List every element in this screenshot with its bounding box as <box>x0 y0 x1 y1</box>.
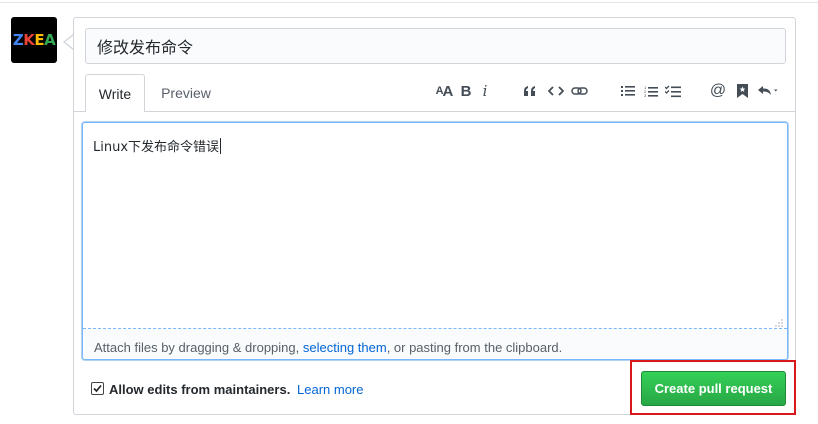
allow-edits-label[interactable]: Allow edits from maintainers. <box>109 382 290 397</box>
editor-text: Linux下发布命令错误 <box>93 140 220 155</box>
code-icon[interactable] <box>547 80 565 102</box>
selecting-them-link[interactable]: selecting them <box>303 340 387 355</box>
mention-icon[interactable]: @ <box>710 80 726 102</box>
resize-grip-icon[interactable] <box>775 319 783 327</box>
top-divider <box>0 0 818 3</box>
saved-reply-icon[interactable] <box>735 80 749 102</box>
svg-text:3: 3 <box>644 93 647 98</box>
italic-icon[interactable]: i <box>480 80 490 102</box>
attach-files-bar[interactable]: Attach files by dragging & dropping, sel… <box>83 328 787 359</box>
reply-dropdown-icon[interactable] <box>757 80 781 102</box>
comment-editor[interactable]: Linux下发布命令错误 Attach files by dragging & … <box>82 122 788 360</box>
link-icon[interactable] <box>570 80 588 102</box>
ordered-list-icon[interactable]: 123 <box>643 80 659 102</box>
quote-icon[interactable] <box>522 80 538 102</box>
title-input[interactable] <box>85 28 786 64</box>
attach-prefix: Attach files by dragging & dropping, <box>94 340 303 355</box>
avatar[interactable]: ZKEA <box>11 17 57 63</box>
task-list-icon[interactable] <box>664 80 682 102</box>
avatar-letter-e: E <box>34 31 45 49</box>
attach-suffix: , or pasting from the clipboard. <box>386 340 563 355</box>
editor-text-line[interactable]: Linux下发布命令错误 <box>93 136 222 155</box>
text-cursor <box>220 138 222 154</box>
tab-write[interactable]: Write <box>85 74 145 112</box>
learn-more-link[interactable]: Learn more <box>297 382 363 397</box>
unordered-list-icon[interactable] <box>620 80 636 102</box>
create-pull-request-button[interactable]: Create pull request <box>641 371 786 406</box>
avatar-letter-a: A <box>44 31 56 49</box>
bold-icon[interactable]: B <box>459 80 473 102</box>
tab-preview[interactable]: Preview <box>150 74 222 112</box>
text-size-icon[interactable]: AA <box>434 80 454 102</box>
avatar-letter-k: K <box>23 31 35 49</box>
allow-edits-checkbox[interactable] <box>91 382 104 395</box>
avatar-letter-z: Z <box>12 31 24 49</box>
